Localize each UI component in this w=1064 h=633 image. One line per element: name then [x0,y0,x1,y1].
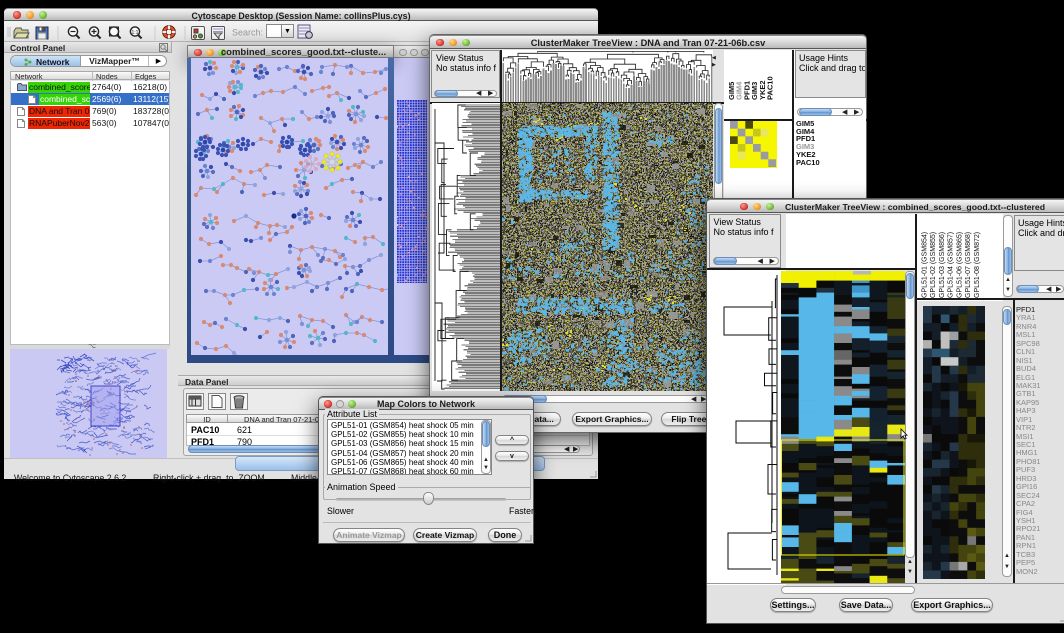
svg-text:GPL51-01 (GSM854): GPL51-01 (GSM854) [922,232,929,298]
svg-text:GPL51-08 (GSM872): GPL51-08 (GSM872) [974,232,981,298]
svg-text:GPL51-03 (GSM856): GPL51-03 (GSM856) [939,232,946,298]
svg-text:Search:: Search: [232,28,263,38]
svg-text:GPL51-07 (GSM868): GPL51-07 (GSM868) [965,232,972,298]
svg-text:1:1: 1:1 [132,30,139,36]
svg-text:PAC10: PAC10 [766,76,775,100]
svg-text:GPL51-06 (GSM865): GPL51-06 (GSM865) [956,232,963,298]
svg-text:GPL51-02 (GSM855): GPL51-02 (GSM855) [930,232,937,298]
svg-text:GPL51-04 (GSM857): GPL51-04 (GSM857) [948,232,955,298]
